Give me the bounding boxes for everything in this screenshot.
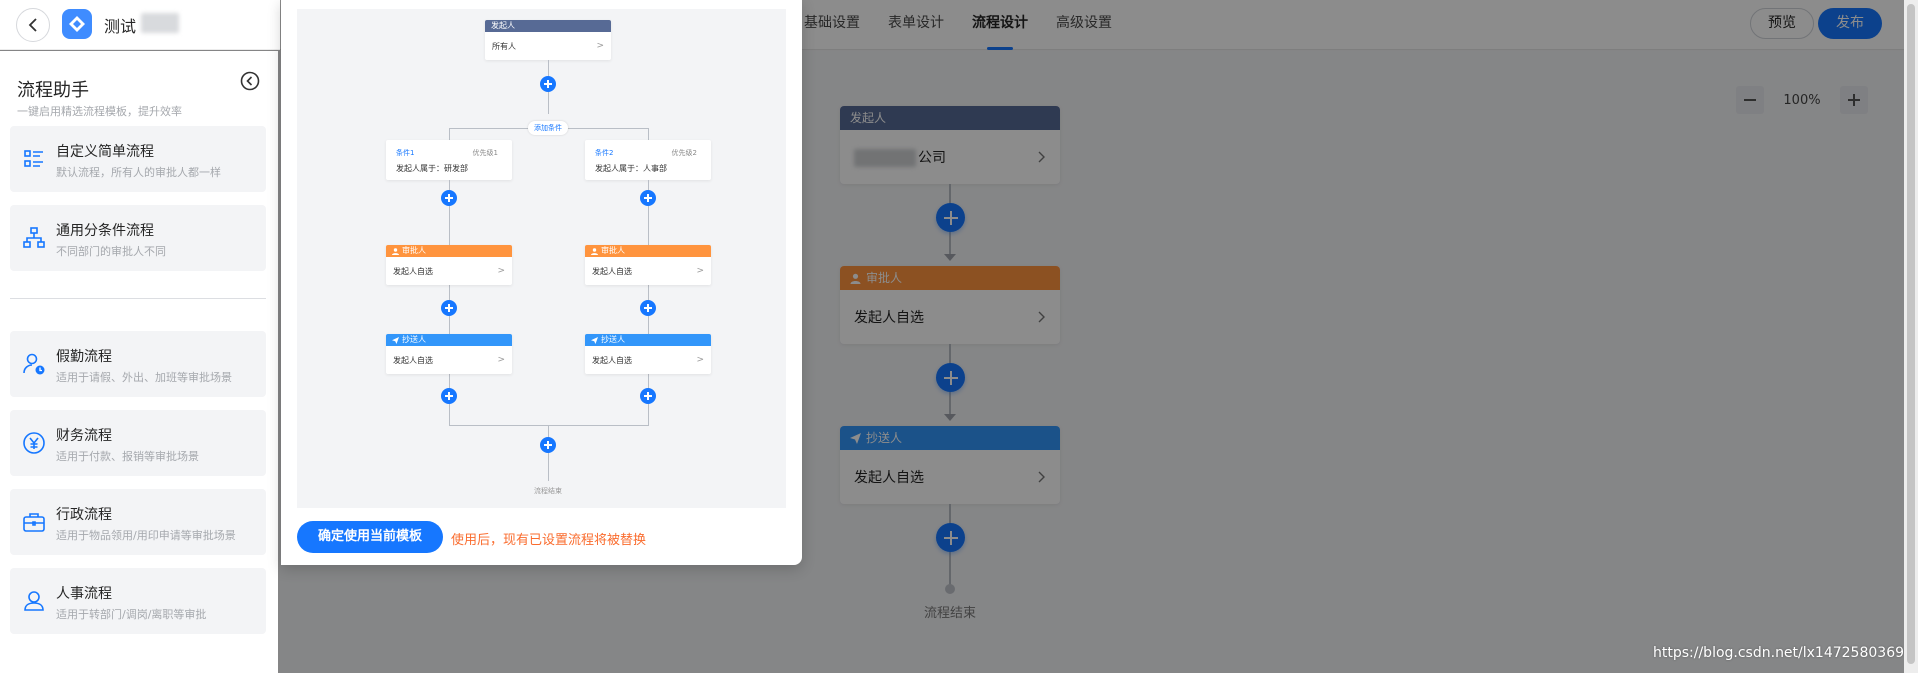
preview-add-node-button	[441, 388, 457, 404]
app-logo	[62, 9, 92, 39]
preview-node-body: 所有人 >	[492, 41, 604, 51]
user-icon	[591, 247, 598, 255]
chevron-right-icon: >	[596, 41, 604, 51]
preview-add-node-button	[640, 300, 656, 316]
watermark: https://blog.csdn.net/lx1472580369	[1653, 645, 1905, 661]
preview-add-node-button	[640, 388, 656, 404]
redacted-text	[141, 13, 179, 33]
template-title: 人事流程	[56, 586, 112, 602]
preview-add-node-button	[540, 76, 556, 92]
chevron-right-icon: >	[497, 266, 505, 276]
template-preview-popover: 发起人 所有人 > 添加条件 条件1 优先级1 发起人属于：研发部 审批人 发起人…	[281, 0, 802, 565]
preview-node-header: 审批人	[386, 245, 512, 257]
template-card-simple[interactable]: 自定义简单流程 默认流程，所有人的审批人都一样	[10, 126, 266, 192]
chevron-right-icon: >	[696, 266, 704, 276]
preview-add-node-button	[640, 190, 656, 206]
preview-node-header: 审批人	[585, 245, 711, 257]
template-card-conditional[interactable]: 通用分条件流程 不同部门的审批人不同	[10, 205, 266, 271]
preview-node-header: 发起人	[485, 20, 611, 32]
template-title: 通用分条件流程	[56, 223, 154, 239]
preview-connector	[548, 425, 549, 481]
preview-cc-node-2: 抄送人 发起人自选 >	[585, 334, 711, 374]
send-icon	[392, 336, 399, 344]
briefcase-icon	[23, 513, 45, 532]
use-template-button[interactable]: 确定使用当前模板	[297, 521, 443, 553]
collapse-left-icon	[240, 71, 260, 91]
panel-subtitle: 一键启用精选流程模板，提升效率	[17, 105, 182, 118]
preview-condition-node-2: 条件2 优先级2 发起人属于：人事部	[585, 140, 711, 180]
preview-node-body: 发起人自选 >	[592, 355, 704, 365]
template-desc: 不同部门的审批人不同	[56, 245, 166, 258]
template-desc: 适用于请假、外出、加班等审批场景	[56, 371, 232, 384]
flow-assistant-panel: 流程助手 一键启用精选流程模板，提升效率 自定义简单流程 默认流程，所有人的审批…	[0, 51, 278, 673]
scrollbar-thumb[interactable]	[1907, 4, 1915, 664]
diamond-icon	[69, 16, 85, 32]
send-icon	[591, 336, 598, 344]
preview-merge-line	[449, 425, 649, 426]
template-title: 财务流程	[56, 428, 112, 444]
preview-add-node-button	[441, 190, 457, 206]
preview-node-header: 抄送人	[585, 334, 711, 346]
template-title: 行政流程	[56, 507, 112, 523]
app-name: 测试	[104, 17, 137, 36]
template-card-hr[interactable]: 人事流程 适用于转部门/调岗/离职等审批	[10, 568, 266, 634]
preview-approver-node-2: 审批人 发起人自选 >	[585, 245, 711, 285]
preview-node-body: 发起人自选 >	[393, 355, 505, 365]
preview-cc-node-1: 抄送人 发起人自选 >	[386, 334, 512, 374]
replace-warning: 使用后，现有已设置流程将被替换	[451, 533, 647, 548]
template-title: 自定义简单流程	[56, 144, 154, 160]
preview-condition-node-1: 条件1 优先级1 发起人属于：研发部	[386, 140, 512, 180]
list-icon	[24, 150, 43, 167]
preview-add-condition-button: 添加条件	[528, 121, 568, 135]
org-chart-icon	[23, 227, 45, 248]
preview-starter-node: 发起人 所有人 >	[485, 20, 611, 60]
template-card-admin[interactable]: 行政流程 适用于物品领用/用印申请等审批场景	[10, 489, 266, 555]
template-desc: 适用于转部门/调岗/离职等审批	[56, 608, 207, 621]
user-icon	[392, 247, 399, 255]
template-card-leave[interactable]: 假勤流程 适用于请假、外出、加班等审批场景	[10, 331, 266, 397]
preview-node-body: 发起人自选 >	[592, 266, 704, 276]
preview-add-node-button	[441, 300, 457, 316]
preview-node-header: 抄送人	[386, 334, 512, 346]
template-title: 假勤流程	[56, 349, 112, 365]
template-preview-area: 发起人 所有人 > 添加条件 条件1 优先级1 发起人属于：研发部 审批人 发起人…	[297, 9, 786, 508]
app-header: 测试	[0, 0, 280, 50]
back-button[interactable]	[16, 8, 50, 42]
chevron-right-icon: >	[696, 355, 704, 365]
divider	[10, 298, 266, 299]
panel-title: 流程助手	[17, 80, 89, 101]
preview-approver-node-1: 审批人 发起人自选 >	[386, 245, 512, 285]
preview-end-label: 流程结束	[534, 487, 562, 495]
template-desc: 默认流程，所有人的审批人都一样	[56, 166, 221, 179]
chevron-right-icon: >	[497, 355, 505, 365]
user-clock-icon	[23, 353, 45, 375]
yuan-icon	[23, 432, 45, 454]
chevron-left-icon	[28, 18, 37, 32]
preview-node-body: 发起人自选 >	[393, 266, 505, 276]
template-desc: 适用于物品领用/用印申请等审批场景	[56, 529, 236, 542]
template-card-finance[interactable]: 财务流程 适用于付款、报销等审批场景	[10, 410, 266, 476]
user-icon	[24, 591, 44, 611]
template-desc: 适用于付款、报销等审批场景	[56, 450, 199, 463]
preview-add-node-button	[540, 437, 556, 453]
collapse-panel-button[interactable]	[240, 71, 260, 91]
